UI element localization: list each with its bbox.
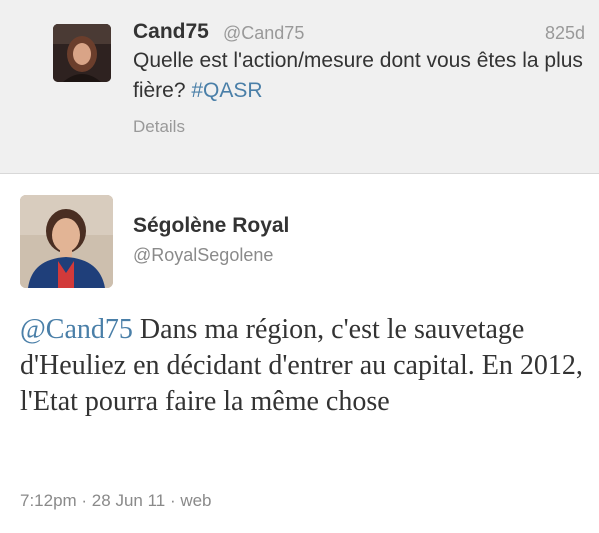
parent-timestamp[interactable]: 825d	[545, 21, 585, 45]
tweet-text: @Cand75 Dans ma région, c'est le sauveta…	[20, 312, 592, 420]
avatar[interactable]	[20, 195, 113, 288]
avatar-photo	[20, 195, 113, 288]
avatar[interactable]	[53, 24, 111, 82]
tweet-timestamp: 7:12pm · 28 Jun 11 · web	[20, 491, 212, 510]
tweet-detail-view: Cand75 @Cand75 825d Quelle est l'action/…	[0, 0, 599, 533]
avatar-photo	[53, 24, 111, 82]
hashtag-link[interactable]: #QASR	[191, 79, 262, 102]
author-display-name[interactable]: Ségolène Royal	[133, 212, 289, 240]
author-handle[interactable]: @RoyalSegolene	[133, 243, 273, 267]
parent-tweet-text: Quelle est l'action/mesure dont vous ête…	[133, 46, 589, 106]
parent-handle[interactable]: @Cand75	[223, 21, 304, 45]
mention-link[interactable]: @Cand75	[20, 314, 133, 345]
parent-tweet[interactable]: Cand75 @Cand75 825d Quelle est l'action/…	[0, 0, 599, 174]
parent-display-name[interactable]: Cand75	[133, 19, 209, 45]
details-link[interactable]: Details	[133, 116, 185, 138]
